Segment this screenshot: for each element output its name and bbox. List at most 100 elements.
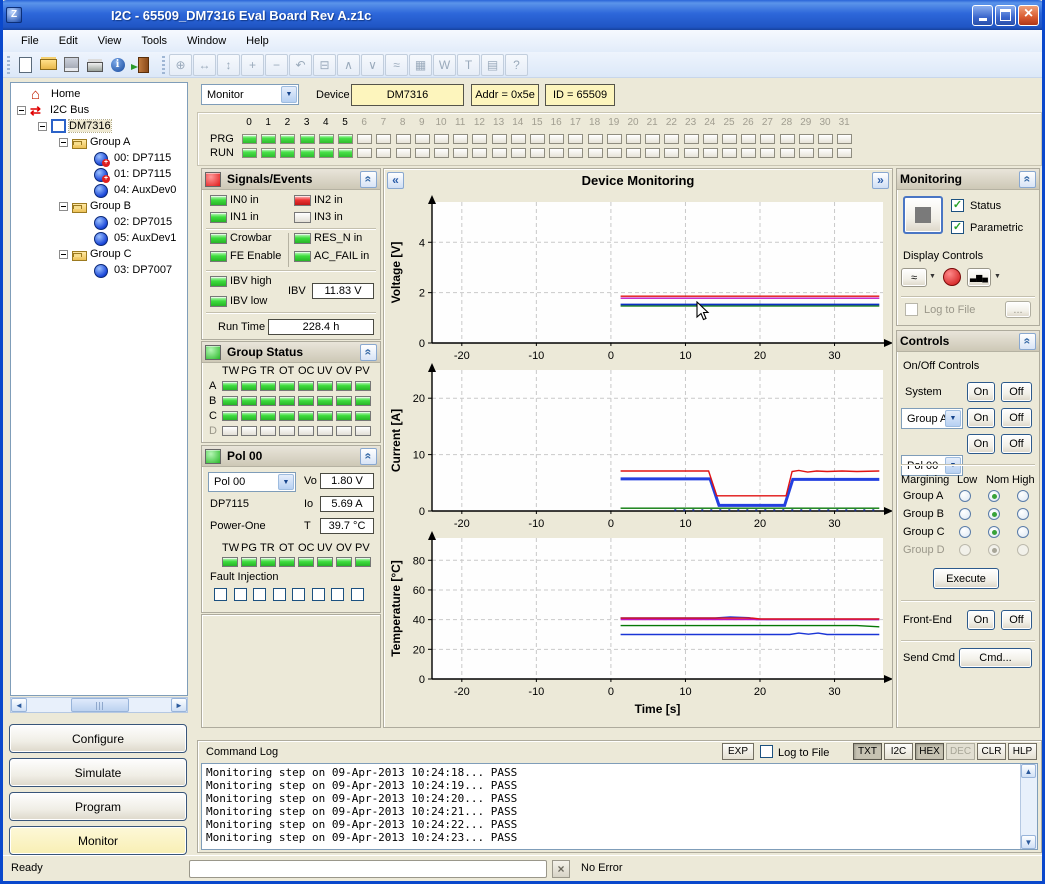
collapse-chevron-icon[interactable] [1019, 333, 1036, 350]
collapse-chevron-icon[interactable] [360, 171, 377, 188]
pol-onoff-combobox[interactable]: Pol 00 ▼ [901, 455, 963, 476]
nav-monitor-button[interactable]: Monitor [9, 826, 187, 855]
tree-item-05-auxdev1[interactable]: 05: AuxDev1 [11, 230, 187, 246]
chevron-down-icon[interactable]: ▼ [945, 410, 961, 427]
tree-item-02-dp7015[interactable]: 02: DP7015 [11, 214, 187, 230]
collapse-chevron-icon[interactable] [360, 344, 377, 361]
log-hex-button[interactable]: HEX [915, 743, 944, 760]
export-button[interactable]: EXP [722, 743, 754, 760]
scroll-up-button[interactable]: ▲ [1021, 764, 1036, 778]
margin-group-a-nom-radio[interactable] [988, 490, 1000, 502]
tree-item-group-a[interactable]: Group A [11, 134, 187, 150]
fault-injection-checkbox-2[interactable] [253, 588, 266, 601]
menu-view[interactable]: View [88, 32, 132, 50]
margin-group-b-nom-radio[interactable] [988, 508, 1000, 520]
tree-item-00-dp7115[interactable]: 00: DP7115 [11, 150, 187, 166]
fault-injection-checkbox-0[interactable] [214, 588, 227, 601]
close-button[interactable] [1018, 5, 1039, 26]
log-to-file-checkbox[interactable] [760, 745, 773, 758]
minimize-button[interactable] [972, 5, 993, 26]
front-end-on-button[interactable]: On [967, 610, 995, 630]
margin-group-b-high-radio[interactable] [1017, 508, 1029, 520]
tree-item-group-b[interactable]: Group B [11, 198, 187, 214]
system-on-button[interactable]: On [967, 382, 995, 402]
tree-h-scrollbar[interactable]: ◄ ► [10, 697, 188, 713]
titlebar[interactable]: Z I2C - 65509_DM7316 Eval Board Rev A.z1… [0, 0, 1045, 30]
stop-monitoring-button[interactable] [903, 196, 943, 234]
tree-expander-icon[interactable] [59, 202, 68, 211]
waveform-display-button[interactable]: ≈ [901, 268, 927, 287]
collapse-chevron-icon[interactable] [360, 448, 377, 465]
mode-combobox[interactable]: Monitor ▼ [201, 84, 299, 105]
tree-item-i2c-bus[interactable]: I2C Bus [11, 102, 187, 118]
print-icon[interactable] [83, 54, 106, 76]
parametric-checkbox[interactable]: ✓ [951, 221, 964, 234]
new-document-icon[interactable] [14, 54, 37, 76]
menu-tools[interactable]: Tools [131, 32, 177, 50]
fault-injection-checkbox-7[interactable] [351, 588, 364, 601]
chevron-down-icon[interactable]: ▼ [945, 457, 961, 474]
status-checkbox[interactable]: ✓ [951, 199, 964, 212]
menu-help[interactable]: Help [236, 32, 279, 50]
group-combobox[interactable]: Group A ▼ [901, 408, 963, 429]
scroll-right-button[interactable]: ► [171, 698, 187, 712]
front-end-off-button[interactable]: Off [1001, 610, 1032, 630]
margin-group-c-low-radio[interactable] [959, 526, 971, 538]
group-on-button[interactable]: On [967, 408, 995, 428]
margin-group-a-low-radio[interactable] [959, 490, 971, 502]
margin-group-c-high-radio[interactable] [1017, 526, 1029, 538]
tree-item-01-dp7115[interactable]: 01: DP7115 [11, 166, 187, 182]
pol-combobox[interactable]: Pol 00 ▼ [208, 472, 296, 492]
fault-injection-checkbox-5[interactable] [312, 588, 325, 601]
tree-item-group-c[interactable]: Group C [11, 246, 187, 262]
scroll-left-button[interactable]: ◄ [11, 698, 27, 712]
exit-icon[interactable] [129, 54, 152, 76]
open-folder-icon[interactable] [37, 54, 60, 76]
group-off-button[interactable]: Off [1001, 408, 1032, 428]
log-hlp-button[interactable]: HLP [1008, 743, 1037, 760]
log-txt-button[interactable]: TXT [853, 743, 882, 760]
fault-injection-checkbox-4[interactable] [292, 588, 305, 601]
save-icon[interactable] [60, 54, 83, 76]
chevron-down-icon[interactable]: ▼ [929, 273, 936, 280]
execute-button[interactable]: Execute [933, 568, 999, 589]
log-i2c-button[interactable]: I2C [884, 743, 913, 760]
tree-item-03-dp7007[interactable]: 03: DP7007 [11, 262, 187, 278]
pol-off-button[interactable]: Off [1001, 434, 1032, 454]
scroll-thumb[interactable] [71, 698, 129, 712]
fault-injection-checkbox-3[interactable] [273, 588, 286, 601]
tree-item-dm7316[interactable]: DM7316 [11, 118, 187, 134]
tree-item-04-auxdev0[interactable]: 04: AuxDev0 [11, 182, 187, 198]
tree-expander-icon[interactable] [59, 138, 68, 147]
pol-on-button[interactable]: On [967, 434, 995, 454]
margin-group-b-low-radio[interactable] [959, 508, 971, 520]
tree-expander-icon[interactable] [17, 106, 26, 115]
tree-expander-icon[interactable] [38, 122, 47, 131]
tree-item-home[interactable]: Home [11, 86, 187, 102]
chevron-down-icon[interactable]: ▼ [994, 273, 1001, 280]
device-tree[interactable]: HomeI2C BusDM7316Group A00: DP711501: DP… [10, 82, 188, 696]
command-log-output[interactable]: Monitoring step on 09-Apr-2013 10:24:18.… [201, 763, 1038, 850]
margin-group-a-high-radio[interactable] [1017, 490, 1029, 502]
maximize-button[interactable] [995, 5, 1016, 26]
chevron-down-icon[interactable]: ▼ [281, 86, 297, 103]
fault-injection-checkbox-6[interactable] [331, 588, 344, 601]
scroll-charts-right-button[interactable]: » [872, 172, 889, 189]
clear-status-button[interactable]: × [552, 860, 570, 878]
margin-group-c-nom-radio[interactable] [988, 526, 1000, 538]
menu-window[interactable]: Window [177, 32, 236, 50]
log-v-scrollbar[interactable]: ▲ ▼ [1020, 764, 1037, 849]
cmd-button[interactable]: Cmd... [959, 648, 1032, 668]
scroll-down-button[interactable]: ▼ [1021, 835, 1036, 849]
fault-injection-checkbox-1[interactable] [234, 588, 247, 601]
nav-program-button[interactable]: Program [9, 792, 187, 821]
collapse-chevron-icon[interactable] [1019, 171, 1036, 188]
menu-file[interactable]: File [11, 32, 49, 50]
info-icon[interactable] [106, 54, 129, 76]
tree-expander-icon[interactable] [59, 250, 68, 259]
nav-configure-button[interactable]: Configure [9, 724, 187, 753]
record-icon[interactable] [943, 268, 961, 286]
histogram-display-button[interactable]: ▃▆▄ [967, 268, 991, 287]
chevron-down-icon[interactable]: ▼ [278, 474, 294, 490]
nav-simulate-button[interactable]: Simulate [9, 758, 187, 787]
